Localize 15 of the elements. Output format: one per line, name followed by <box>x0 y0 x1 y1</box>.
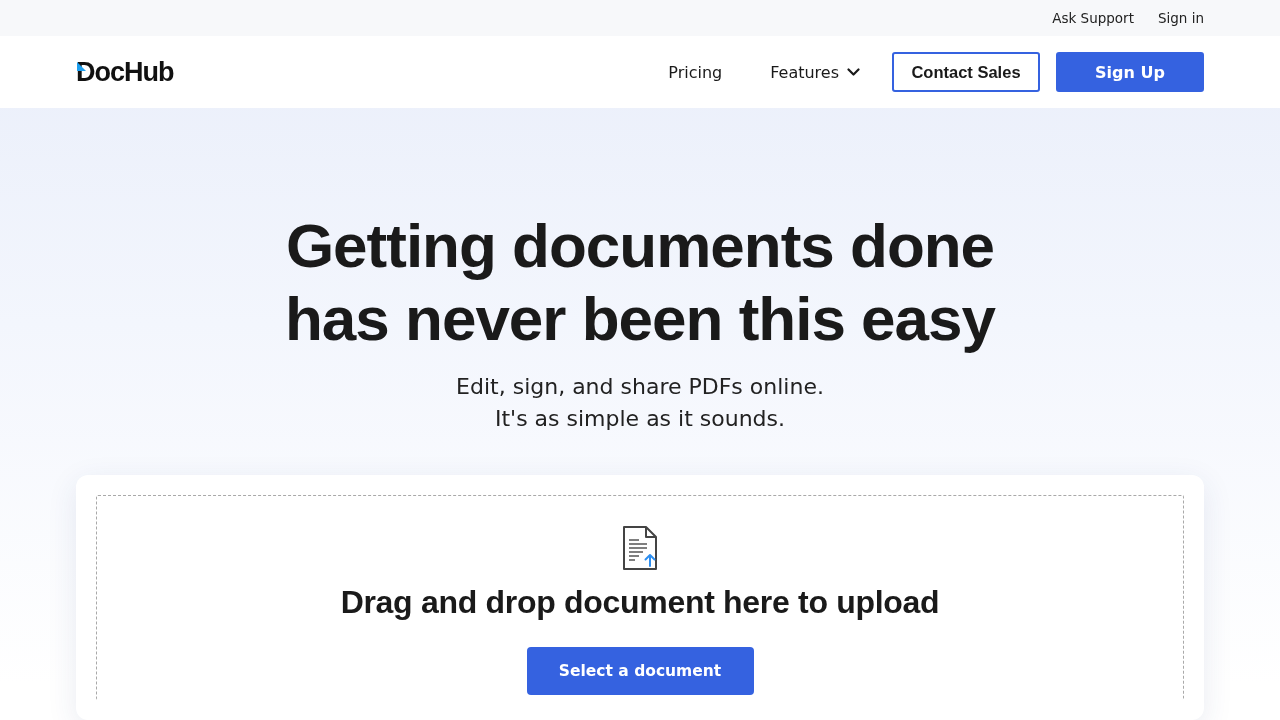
document-upload-icon <box>623 526 657 570</box>
nav-link[interactable]: Pricing <box>652 62 739 82</box>
select-document-button[interactable]: Select a document <box>526 647 754 695</box>
logo[interactable]: DocHub <box>76 58 174 86</box>
contact-sales-button[interactable]: Contact Sales <box>892 52 1040 92</box>
hero-headline: Getting documents done has never been this easy <box>284 210 995 355</box>
logo-triangle-icon <box>77 61 86 71</box>
drop-zone[interactable]: Drag and drop document here to upload Select a document <box>96 495 1184 700</box>
chevron-down-icon <box>847 68 860 76</box>
top-link[interactable]: Ask Support <box>1052 10 1134 26</box>
hero-subtitle: Edit, sign, and share PDFs online. It's as simple as it sounds. <box>456 373 824 433</box>
upload-heading: Drag and drop document here to upload <box>340 584 940 621</box>
top-link[interactable]: Sign in <box>1157 10 1204 26</box>
nav-dropdown[interactable]: Features <box>754 62 876 82</box>
sign-up-button[interactable]: Sign Up <box>1056 52 1204 92</box>
